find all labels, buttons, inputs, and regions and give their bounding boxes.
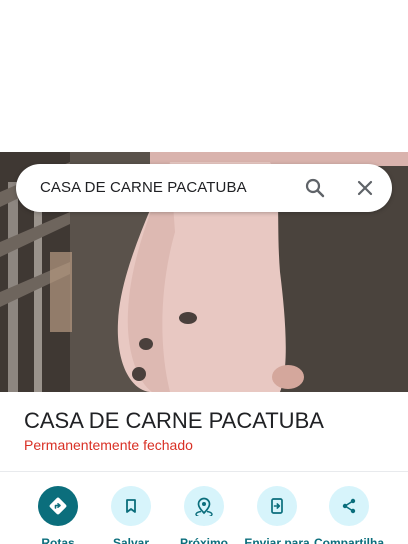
divider xyxy=(0,471,408,472)
share-button[interactable]: Compartilha xyxy=(309,486,389,544)
share-label: Compartilha xyxy=(313,536,384,544)
directions-icon xyxy=(38,486,78,526)
place-title: CASA DE CARNE PACATUBA xyxy=(24,408,324,433)
search-icon[interactable] xyxy=(303,176,327,200)
send-to-phone-icon xyxy=(257,486,297,526)
place-status: Permanentemente fechado xyxy=(24,437,193,453)
send-to-phone-button[interactable]: Enviar para xyxy=(237,486,317,544)
send-to-phone-label: Enviar para xyxy=(244,536,310,544)
directions-label: Rotas xyxy=(41,536,75,544)
map-blank-area xyxy=(0,0,408,152)
share-icon xyxy=(329,486,369,526)
nearby-button[interactable]: Próximo xyxy=(164,486,244,544)
nearby-label: Próximo xyxy=(179,536,228,544)
close-icon[interactable] xyxy=(353,176,377,200)
save-button[interactable]: Salvar xyxy=(91,486,171,544)
nearby-icon xyxy=(184,486,224,526)
search-bar[interactable]: CASA DE CARNE PACATUBA xyxy=(16,164,392,212)
search-input[interactable]: CASA DE CARNE PACATUBA xyxy=(40,164,247,212)
bookmark-icon xyxy=(111,486,151,526)
directions-button[interactable]: Rotas xyxy=(18,486,98,544)
save-label: Salvar xyxy=(112,536,150,544)
